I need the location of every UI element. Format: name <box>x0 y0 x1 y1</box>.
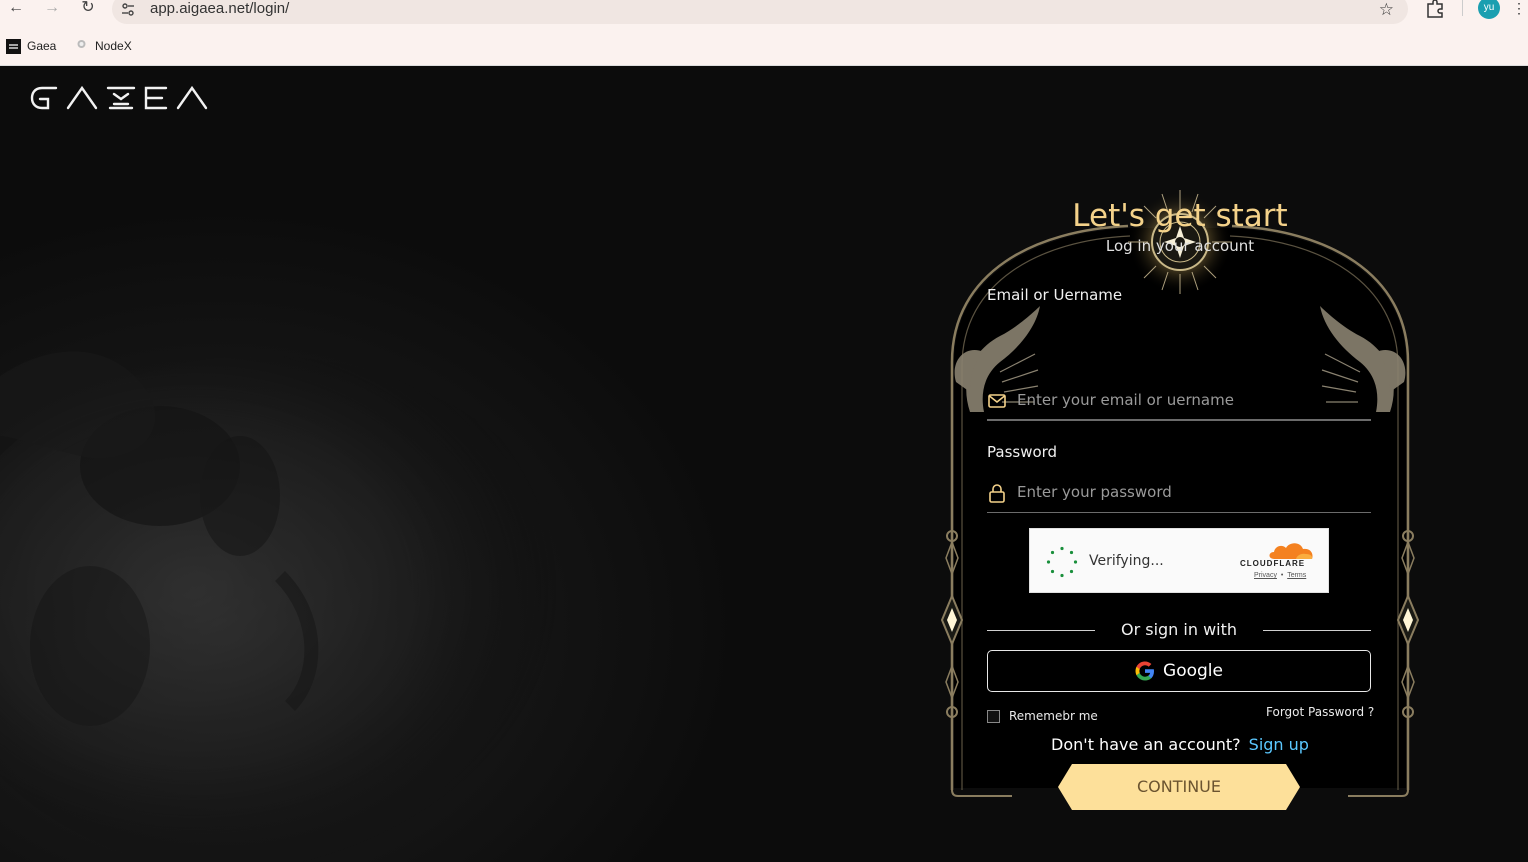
cloudflare-wordmark: CLOUDFLARE <box>1240 559 1306 568</box>
privacy-link[interactable]: Privacy <box>1254 572 1277 579</box>
no-account-text: Don't have an account? <box>1051 735 1241 754</box>
divider-right <box>1263 630 1371 631</box>
site-settings-icon[interactable] <box>120 2 136 18</box>
browser-toolbar: ← → ↻ app.aigaea.net/login/ ☆ yu ⋮ <box>0 0 1528 26</box>
captcha-status: Verifying... <box>1089 553 1164 569</box>
lock-icon <box>989 484 1005 503</box>
bookmark-label: NodeX <box>95 39 132 53</box>
remember-checkbox[interactable] <box>987 709 1000 723</box>
toolbar-divider <box>1462 0 1463 16</box>
nodex-favicon-icon <box>77 39 86 48</box>
or-sign-in-text: Or sign in with <box>1120 620 1238 639</box>
google-icon <box>1135 661 1155 681</box>
remember-me[interactable]: Rememebr me <box>987 709 1098 723</box>
gaea-favicon-icon <box>6 38 21 54</box>
email-label: Email or Uername <box>987 286 1123 304</box>
spinner-icon <box>1046 546 1078 578</box>
terms-link[interactable]: Terms <box>1287 572 1306 579</box>
bookmarks-bar: Gaea NodeX <box>0 26 1528 66</box>
remember-label: Rememebr me <box>1009 709 1098 723</box>
google-signin-button[interactable]: Google <box>987 650 1371 692</box>
email-field-wrap[interactable] <box>987 381 1371 421</box>
forgot-password-link[interactable]: Forgot Password ? <box>1266 705 1374 719</box>
continue-button[interactable] <box>1058 764 1300 810</box>
reload-icon[interactable]: ↻ <box>76 0 100 18</box>
signup-link[interactable]: Sign up <box>1249 735 1309 754</box>
google-label: Google <box>1163 661 1223 681</box>
background-statue-image <box>0 351 590 862</box>
signup-row: Don't have an account? Sign up <box>960 735 1400 754</box>
bookmark-label: Gaea <box>27 39 57 53</box>
url-text[interactable]: app.aigaea.net/login/ <box>150 0 289 17</box>
password-field-wrap[interactable] <box>987 473 1371 513</box>
login-title: Let's get start <box>1072 198 1288 234</box>
cloudflare-captcha[interactable]: Verifying... CLOUDFLARE Privacy • Terms <box>1029 528 1329 593</box>
email-input[interactable] <box>1017 387 1367 413</box>
menu-icon[interactable]: ⋮ <box>1512 0 1526 17</box>
back-icon[interactable]: ← <box>4 0 28 18</box>
divider-left <box>987 630 1095 631</box>
login-subtitle: Log in your account <box>1105 237 1255 255</box>
gaea-logo[interactable] <box>30 84 210 112</box>
captcha-links: Privacy • Terms <box>1254 572 1306 579</box>
bookmark-star-icon[interactable]: ☆ <box>1379 0 1394 20</box>
cloudflare-logo-icon <box>1269 543 1313 559</box>
address-bar[interactable]: app.aigaea.net/login/ ☆ <box>112 0 1408 24</box>
profile-avatar[interactable]: yu <box>1478 0 1500 19</box>
bookmark-gaea[interactable]: Gaea <box>6 38 56 54</box>
extensions-icon[interactable] <box>1424 0 1446 18</box>
forward-icon[interactable]: → <box>40 0 64 18</box>
mail-icon <box>988 394 1006 408</box>
bookmark-nodex[interactable]: NodeX <box>74 38 132 54</box>
password-label: Password <box>987 443 1058 461</box>
password-input[interactable] <box>1017 479 1367 505</box>
link-separator: • <box>1280 572 1284 579</box>
